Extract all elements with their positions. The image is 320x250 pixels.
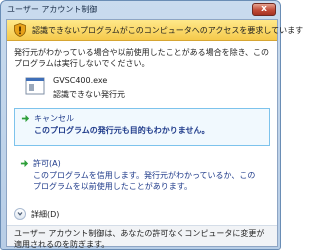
application-icon xyxy=(25,77,45,95)
close-button[interactable]: x xyxy=(252,3,276,16)
publisher-status: 認識できない発行元 xyxy=(53,90,125,99)
allow-option-description: このプログラムを信用します。発行元がわかっているか、このプログラムを以前使用した… xyxy=(33,171,256,191)
cancel-option-title: キャンセル xyxy=(34,114,74,123)
details-toggle[interactable]: 詳細(D) xyxy=(14,208,114,222)
close-icon: x xyxy=(261,4,267,14)
allow-option-title: 許可(A) xyxy=(33,159,61,168)
footer-text: ユーザー アカウント制御は、あなたの許可なくコンピュータに変更が適用されるのを防… xyxy=(14,229,265,249)
intro-text: 発行元がわかっている場合や以前使用したことがある場合を除き、このプログラムは実行… xyxy=(14,48,270,68)
program-name: GVSC400.exe xyxy=(53,76,108,85)
allow-option-button[interactable]: 許可(A) このプログラムを信用します。発行元がわかっているか、このプログラムを… xyxy=(14,154,270,200)
green-arrow-icon xyxy=(20,159,29,168)
cancel-option-button[interactable]: キャンセル このプログラムの発行元も目的もわかりません。 xyxy=(14,108,270,146)
details-label[interactable]: 詳細(D) xyxy=(31,209,59,220)
window-title: ユーザー アカウント制御 xyxy=(7,5,98,14)
dialog-content: 認識できないプログラムがこのコンピュータへのアクセスを要求しています 発行元がわ… xyxy=(6,19,303,249)
footer: ユーザー アカウント制御は、あなたの許可なくコンピュータに変更が適用されるのを防… xyxy=(7,226,277,249)
green-arrow-icon xyxy=(21,114,30,123)
warning-banner: 認識できないプログラムがこのコンピュータへのアクセスを要求しています xyxy=(7,20,303,41)
warning-shield-icon xyxy=(14,23,26,37)
uac-dialog-window: ユーザー アカウント制御 x 認識できないプログラムがこのコンピュータへのアクセ… xyxy=(0,0,303,250)
banner-message: 認識できないプログラムがこのコンピュータへのアクセスを要求しています xyxy=(32,26,304,35)
chevron-down-icon[interactable] xyxy=(14,208,26,220)
cancel-option-description: このプログラムの発行元も目的もわかりません。 xyxy=(34,126,210,135)
title-bar[interactable]: ユーザー アカウント制御 x xyxy=(1,1,280,19)
